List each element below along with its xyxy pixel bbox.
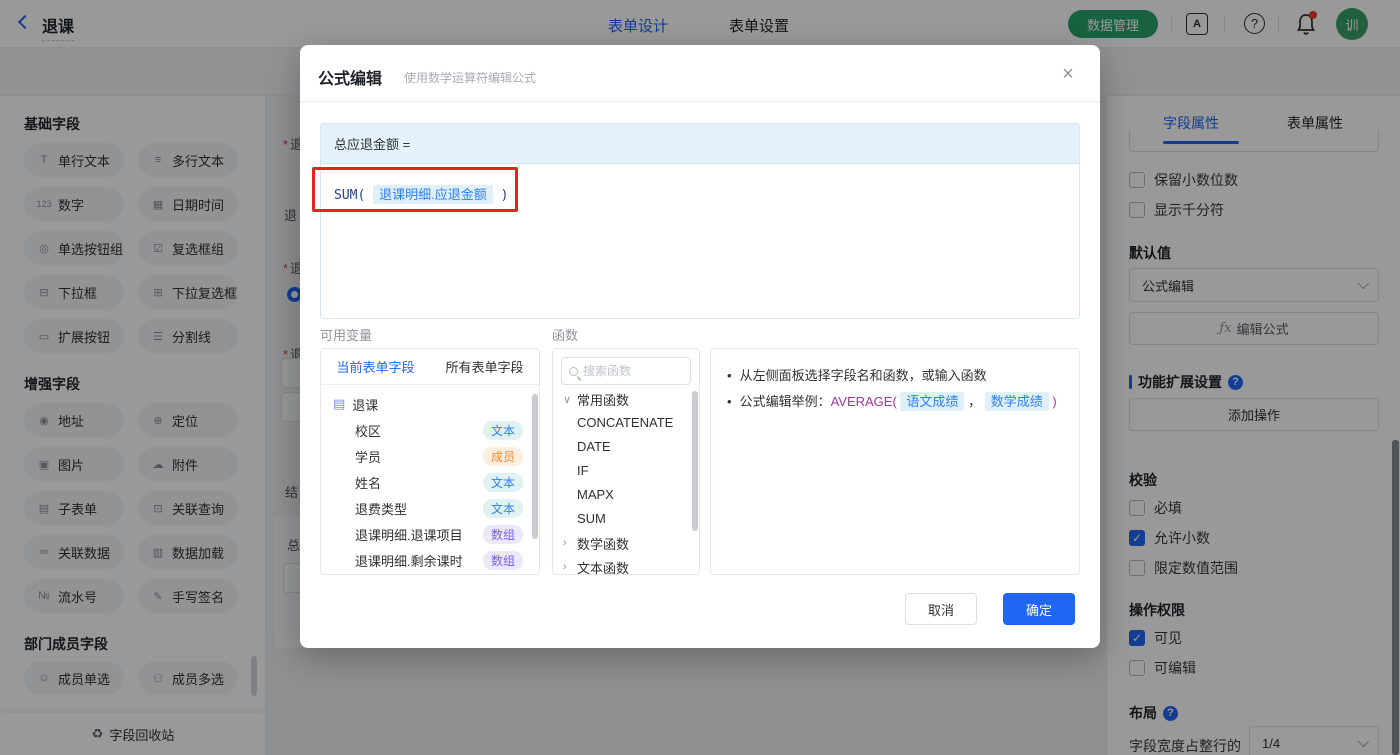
variable-item[interactable]: 退费类型 文本 — [321, 495, 539, 521]
functions-label: 函数 — [552, 328, 579, 343]
formula-editor: 总应退金额 = SUM( 退课明细.应退金额 ) — [320, 123, 1080, 319]
variable-item[interactable]: 退课明细.退课项目 数组 — [321, 521, 539, 547]
functions-tree: ∨ 常用函数 CONCATENATE DATE IF MAPX SUM › 数学函数… — [553, 387, 699, 575]
variable-item[interactable]: 姓名 文本 — [321, 469, 539, 495]
help-line-1: • 从左侧面板选择字段名和函数，或输入函数 — [727, 368, 987, 383]
type-badge: 文本 — [482, 420, 523, 440]
function-item[interactable]: IF — [553, 459, 699, 483]
form-doc-icon: ▤ — [333, 396, 346, 411]
group-common-functions[interactable]: ∨ 常用函数 — [553, 387, 699, 411]
function-item[interactable]: CONCATENATE — [553, 411, 699, 435]
example-chip: 数学成绩 — [984, 392, 1049, 411]
cancel-button[interactable]: 取消 — [905, 593, 977, 625]
formula-variable-chip[interactable]: 退课明细.应退金额 — [373, 185, 493, 204]
variable-item[interactable]: 校区 文本 — [321, 417, 539, 443]
tab-current-form-fields[interactable]: 当前表单字段 — [321, 357, 430, 376]
type-badge: 文本 — [482, 472, 523, 492]
example-chip: 语文成绩 — [900, 392, 965, 411]
dialog-title: 公式编辑 — [318, 71, 383, 88]
variable-item[interactable]: 退课明细.剩余课时 数组 — [321, 547, 539, 573]
formula-function-open: SUM( — [334, 188, 366, 203]
chevron-collapsed-icon: › — [563, 561, 567, 573]
type-badge: 数组 — [482, 550, 523, 570]
tab-all-form-fields[interactable]: 所有表单字段 — [430, 357, 539, 376]
example-function-close: ) — [1052, 394, 1057, 409]
formula-target-field: 总应退金额 = — [321, 124, 1079, 164]
functions-scrollbar[interactable] — [692, 391, 698, 531]
variables-tree: ▤ 退课 校区 文本 学员 成员 姓名 文本 退费类型 文本 退课明细.退课项目 数组 退… — [321, 385, 539, 573]
help-line-2: • 公式编辑举例：AVERAGE( 语文成绩 ， 数学成绩 ) — [727, 392, 1057, 411]
group-text-functions[interactable]: › 文本函数 — [553, 555, 699, 575]
formula-function-close: ) — [500, 188, 509, 203]
type-badge: 文本 — [482, 498, 523, 518]
example-function-open: AVERAGE( — [830, 394, 897, 409]
formula-input-area[interactable]: SUM( 退课明细.应退金额 ) — [321, 164, 1079, 318]
variables-label: 可用变量 — [320, 328, 373, 343]
chevron-collapsed-icon: › — [563, 537, 567, 549]
functions-panel: ∨常用函数 CONCATENATE DATE IF MAPX SUM ›数学函数… — [552, 348, 700, 575]
search-icon — [569, 366, 578, 376]
function-search-box[interactable] — [561, 357, 691, 385]
function-item[interactable]: MAPX — [553, 483, 699, 507]
close-icon[interactable]: × — [1056, 63, 1080, 86]
function-item[interactable]: SUM — [553, 507, 699, 531]
function-search-input[interactable] — [583, 364, 673, 378]
variables-tabs: 当前表单字段 所有表单字段 — [321, 349, 539, 385]
dialog-header: 公式编辑 使用数学运算符编辑公式 × — [300, 45, 1100, 102]
variables-scrollbar[interactable] — [532, 394, 538, 539]
chevron-expanded-icon: ∨ — [563, 393, 572, 406]
formula-edit-dialog: 公式编辑 使用数学运算符编辑公式 × 总应退金额 = SUM( 退课明细.应退金… — [300, 45, 1100, 648]
formula-help-panel: • 从左侧面板选择字段名和函数，或输入函数 • 公式编辑举例：AVERAGE( 语… — [710, 348, 1080, 575]
type-badge: 成员 — [482, 446, 523, 466]
variables-panel: 当前表单字段 所有表单字段 ▤ 退课 校区 文本 学员 成员 姓名 文本 退费类型 文本… — [320, 348, 540, 575]
variable-item[interactable]: 学员 成员 — [321, 443, 539, 469]
confirm-button[interactable]: 确定 — [1003, 593, 1075, 625]
dialog-subtitle: 使用数学运算符编辑公式 — [404, 71, 537, 85]
function-item[interactable]: DATE — [553, 435, 699, 459]
group-math-functions[interactable]: › 数学函数 — [553, 531, 699, 555]
tree-root-form[interactable]: ▤ 退课 — [321, 391, 539, 417]
type-badge: 数组 — [482, 524, 523, 544]
